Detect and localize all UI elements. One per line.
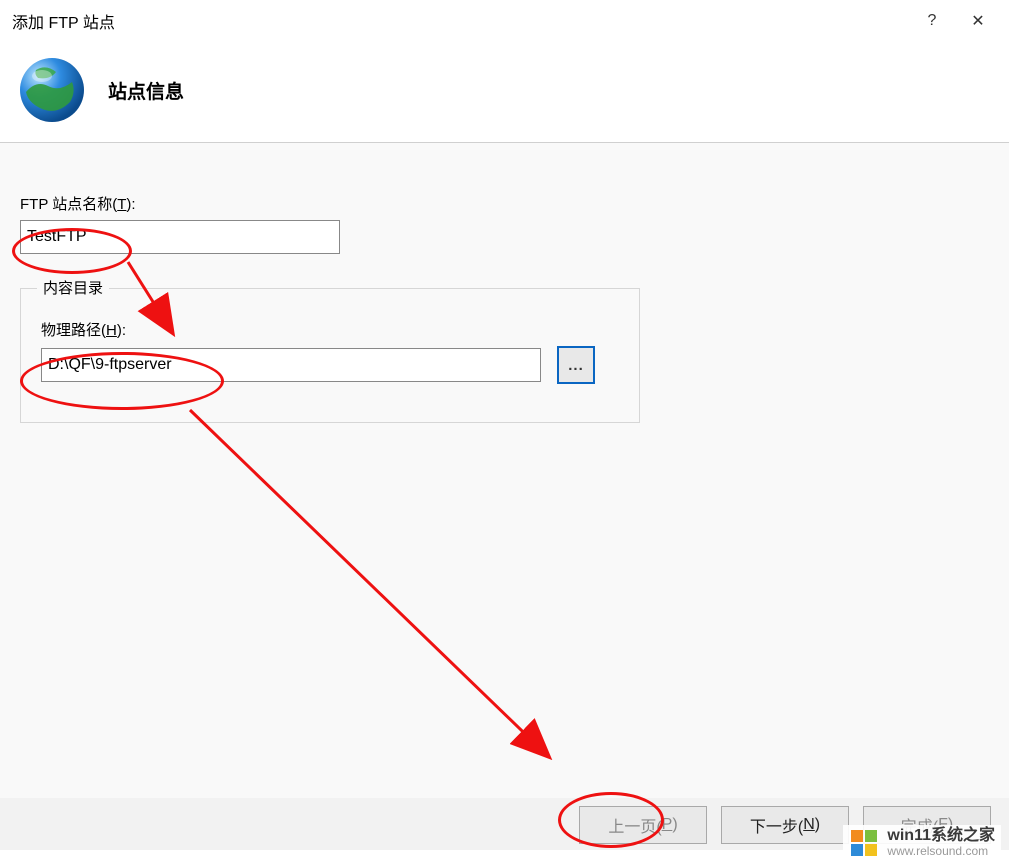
watermark-text: win11系统之家 www.relsound.com: [887, 827, 995, 858]
watermark-logo-icon: [849, 828, 879, 858]
watermark: win11系统之家 www.relsound.com: [843, 825, 1001, 860]
annotation-arrows: [0, 0, 1009, 868]
